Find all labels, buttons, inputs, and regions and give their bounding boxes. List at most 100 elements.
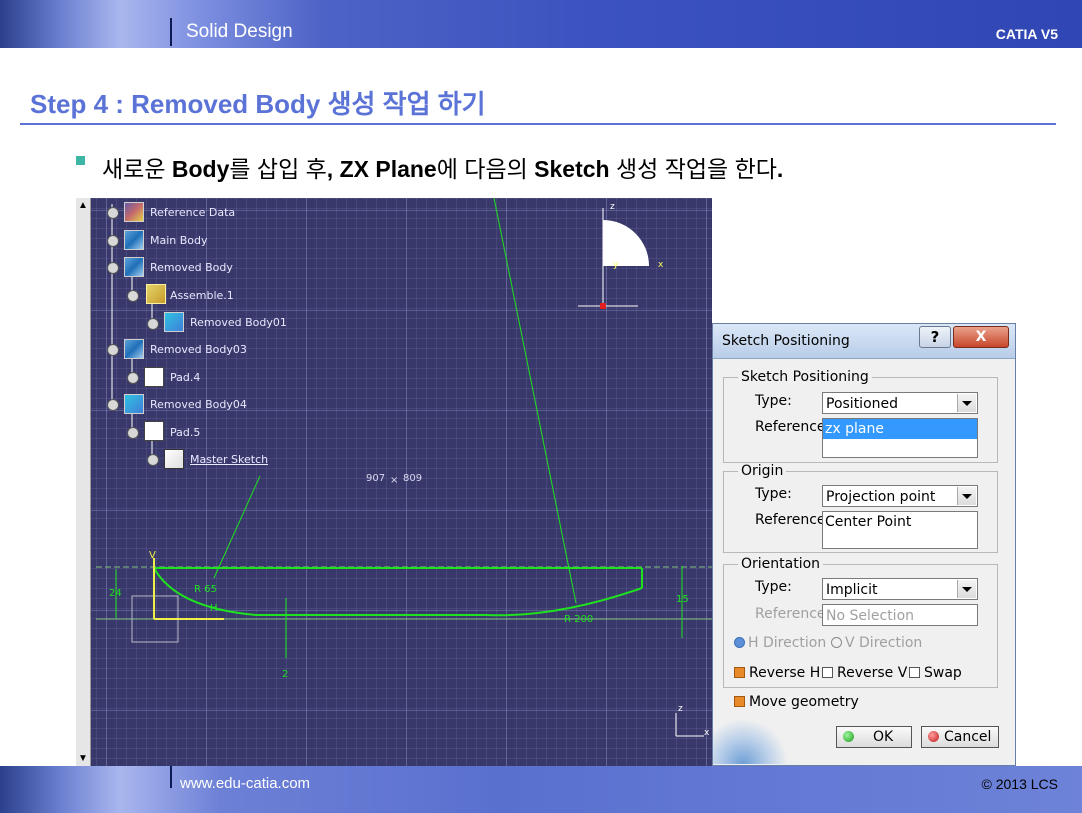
chevron-down-icon[interactable] xyxy=(957,580,976,598)
positioning-type-label: Type: xyxy=(755,393,792,409)
expand-icon[interactable] xyxy=(107,207,119,219)
tree-item-pad4[interactable]: Pad.4 xyxy=(170,371,200,384)
positioning-type-select[interactable]: Positioned xyxy=(822,392,978,414)
orientation-group-label: Orientation xyxy=(738,556,824,572)
axis-z-label: z xyxy=(678,704,683,714)
expand-icon[interactable] xyxy=(147,454,159,466)
cancel-button[interactable]: Cancel xyxy=(921,726,999,748)
heading-divider xyxy=(20,123,1056,125)
sketch-profile xyxy=(153,567,643,617)
dim-gap-bottom[interactable]: 2 xyxy=(282,669,288,680)
bullet-bold-sketch: Sketch xyxy=(534,156,610,182)
collapse-icon[interactable] xyxy=(107,399,119,411)
origin-reference-field[interactable]: Center Point xyxy=(822,511,978,549)
axis-triad-icon xyxy=(675,713,704,737)
collapse-icon[interactable] xyxy=(127,290,139,302)
orientation-reference-value: No Selection xyxy=(826,608,915,624)
reverse-v-checkbox[interactable]: Reverse V xyxy=(822,665,907,681)
v-constraint-label: V xyxy=(149,550,156,561)
dialog-titlebar[interactable]: Sketch Positioning ? X xyxy=(713,324,1015,359)
leader-line xyxy=(213,475,261,579)
body-icon xyxy=(124,257,144,277)
origin-type-value: Projection point xyxy=(826,489,936,505)
origin-type-select[interactable]: Projection point xyxy=(822,485,978,507)
tree-item-pad5[interactable]: Pad.5 xyxy=(170,426,200,439)
tree-item-assemble[interactable]: Assemble.1 xyxy=(170,289,234,302)
radio-icon xyxy=(831,637,842,648)
reverse-v-label: Reverse V xyxy=(837,665,908,681)
axis-x-label: x xyxy=(704,728,710,738)
tree-item-reference-data[interactable]: Reference Data xyxy=(150,206,235,219)
origin-reference-value: Center Point xyxy=(825,514,912,530)
removed-body-icon xyxy=(164,312,184,332)
ok-button[interactable]: OK xyxy=(836,726,912,748)
tree-item-removed-body04[interactable]: Removed Body04 xyxy=(150,398,247,411)
move-geometry-label: Move geometry xyxy=(749,694,859,710)
bullet-bold-body: Body xyxy=(171,156,230,182)
sketch-icon xyxy=(164,449,184,469)
footer-url[interactable]: www.edu-catia.com xyxy=(180,775,310,792)
collapse-icon[interactable] xyxy=(107,344,119,356)
tree-item-removed-body03[interactable]: Removed Body03 xyxy=(150,343,247,356)
chevron-down-icon[interactable] xyxy=(957,394,976,412)
expand-icon[interactable] xyxy=(127,372,139,384)
swap-label: Swap xyxy=(924,665,962,681)
body-icon xyxy=(124,230,144,250)
collapse-icon[interactable] xyxy=(127,427,139,439)
bullet-text: 새로운 Body를 삽입 후, ZX Plane에 다음의 Sketch 생성 … xyxy=(102,150,783,184)
checkbox-checked-icon[interactable] xyxy=(734,667,745,678)
compass-icon xyxy=(578,208,649,309)
cad-viewport[interactable]: ▲ ▼ Reference Data Main Body Removed Bod… xyxy=(76,198,712,766)
positioning-reference-list[interactable]: zx plane xyxy=(822,418,978,458)
banner-product: CATIA V5 xyxy=(995,26,1058,42)
catia-logo-icon xyxy=(713,719,793,764)
expand-icon[interactable] xyxy=(147,318,159,330)
reverse-h-label: Reverse H xyxy=(749,665,821,681)
tree-item-main-body[interactable]: Main Body xyxy=(150,234,208,247)
origin-type-label: Type: xyxy=(755,486,792,502)
footer-separator xyxy=(170,766,172,788)
dim-height-right[interactable]: 15 xyxy=(676,594,689,605)
ok-label: OK xyxy=(873,729,894,745)
tree-item-removed-body[interactable]: Removed Body xyxy=(150,261,233,274)
origin-reference-label: Reference: xyxy=(755,512,831,528)
checkbox-checked-icon[interactable] xyxy=(734,696,745,707)
h-constraint-label: H xyxy=(210,603,218,614)
pad-icon xyxy=(144,367,164,387)
bullet-part: 를 삽입 후 xyxy=(229,156,327,182)
move-geometry-checkbox[interactable]: Move geometry xyxy=(734,694,859,710)
coord-separator: × xyxy=(390,475,399,486)
removed-body-icon xyxy=(124,394,144,414)
checkbox-icon[interactable] xyxy=(822,667,833,678)
reverse-h-checkbox[interactable]: Reverse H xyxy=(734,665,820,681)
cancel-icon xyxy=(928,731,939,742)
checkbox-icon[interactable] xyxy=(909,667,920,678)
leader-line xyxy=(493,198,577,604)
expand-icon[interactable] xyxy=(107,235,119,247)
close-button[interactable]: X xyxy=(953,326,1009,348)
tree-item-removed-body01[interactable]: Removed Body01 xyxy=(190,316,287,329)
coord-x: 907 xyxy=(366,473,386,484)
help-button[interactable]: ? xyxy=(919,326,951,348)
tree-item-master-sketch[interactable]: Master Sketch xyxy=(190,453,268,466)
bullet-part: 에 다음의 xyxy=(436,156,535,182)
orientation-type-value: Implicit xyxy=(826,582,878,598)
orientation-type-select[interactable]: Implicit xyxy=(822,578,978,600)
banner-title: Solid Design xyxy=(186,21,293,42)
dim-height-left[interactable]: 24 xyxy=(109,588,122,599)
dim-radius-small[interactable]: R 65 xyxy=(194,584,217,595)
collapse-icon[interactable] xyxy=(107,262,119,274)
dim-radius-large[interactable]: R 200 xyxy=(564,614,593,625)
swap-checkbox[interactable]: Swap xyxy=(909,665,962,681)
v-direction-radio: V Direction xyxy=(831,635,922,651)
chevron-down-icon[interactable] xyxy=(957,487,976,505)
ok-icon xyxy=(843,731,854,742)
bottom-banner: www.edu-catia.com © 2013 LCS xyxy=(0,766,1082,813)
pad-icon xyxy=(144,421,164,441)
compass-y-label: y xyxy=(613,260,619,270)
top-banner: Solid Design CATIA V5 xyxy=(0,0,1082,48)
positioning-reference-value[interactable]: zx plane xyxy=(823,419,977,439)
assemble-icon xyxy=(146,284,166,304)
orientation-reference-field: No Selection xyxy=(822,604,978,626)
positioning-group-label: Sketch Positioning xyxy=(738,369,872,385)
